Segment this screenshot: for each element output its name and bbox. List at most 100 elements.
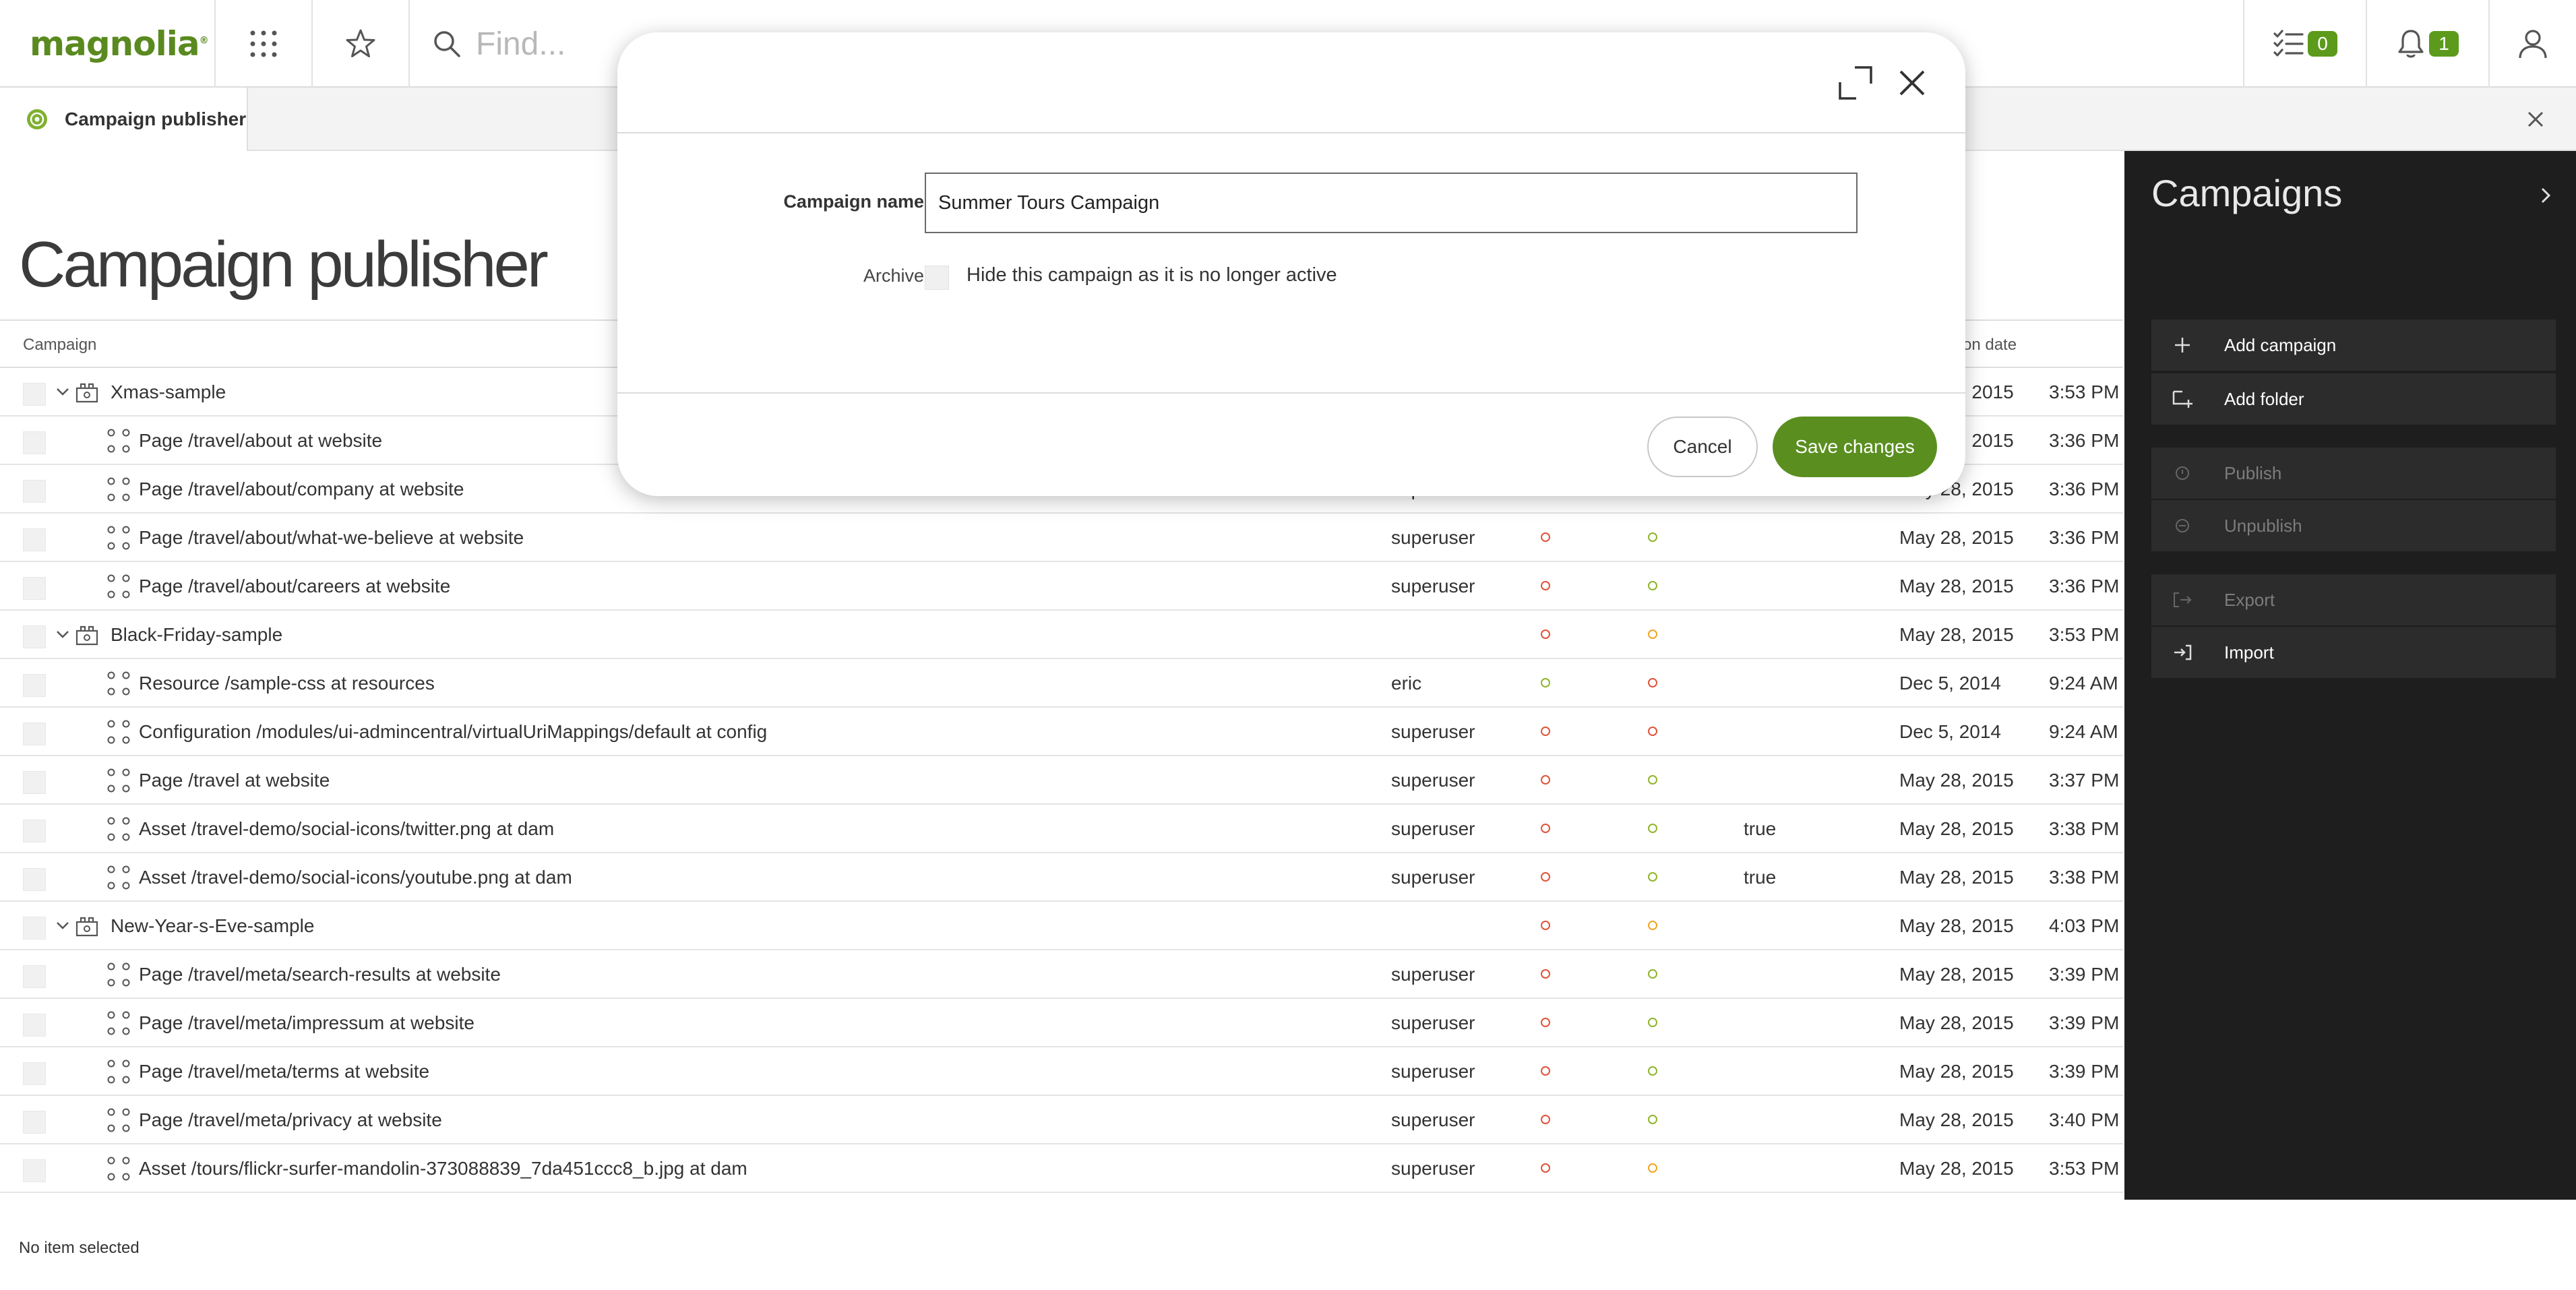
- row-checkbox[interactable]: [23, 528, 46, 551]
- row-checkbox[interactable]: [23, 723, 46, 745]
- row-name: Configuration /modules/ui-admincentral/v…: [139, 721, 768, 742]
- row-name: Black-Friday-sample: [111, 624, 283, 645]
- publish-icon: [2176, 466, 2189, 480]
- row-checkbox[interactable]: [23, 1014, 46, 1037]
- row-flag: true: [1744, 818, 1777, 839]
- row-checkbox[interactable]: [23, 1062, 46, 1085]
- unpublish-button[interactable]: Unpublish: [2151, 500, 2556, 551]
- add-folder-button[interactable]: Add folder: [2151, 373, 2556, 425]
- row-checkbox[interactable]: [23, 383, 46, 406]
- row-name: New-Year-s-Eve-sample: [111, 915, 315, 936]
- table-row[interactable]: Page /travel/meta/terms at website superu…: [0, 1047, 2123, 1096]
- add-folder-icon: [2172, 390, 2192, 408]
- table-row[interactable]: Resource /sample-css at resources eric Dec…: [0, 659, 2123, 708]
- expand-icon[interactable]: [1837, 65, 1874, 101]
- user-menu-button[interactable]: [2490, 0, 2576, 88]
- table-row-folder[interactable]: Black-Friday-sample May 28, 2015 3:53 PM: [0, 611, 2123, 659]
- row-time: 3:36 PM: [2049, 479, 2120, 499]
- status-dot-icon: [1648, 629, 1657, 639]
- content-node-icon: [107, 671, 130, 696]
- status-dot-icon: [1648, 921, 1657, 930]
- table-row[interactable]: Asset /tours/flickr-surfer-mandolin-3730…: [0, 1144, 2123, 1193]
- row-flag: true: [1744, 867, 1777, 888]
- user-icon: [2519, 30, 2547, 59]
- status-dot-icon: [1541, 532, 1550, 542]
- row-checkbox[interactable]: [23, 820, 46, 842]
- close-app-icon[interactable]: [2522, 106, 2549, 133]
- content-node-icon: [107, 720, 130, 744]
- import-icon: [2174, 644, 2192, 661]
- chevron-right-icon[interactable]: [2536, 182, 2556, 209]
- row-checkbox[interactable]: [23, 917, 46, 940]
- content-node-icon: [107, 526, 130, 550]
- tasks-button[interactable]: 0: [2244, 0, 2366, 88]
- row-checkbox[interactable]: [23, 771, 46, 794]
- row-checkbox[interactable]: [23, 625, 46, 648]
- tab-campaign-publisher[interactable]: Campaign publisher: [0, 88, 248, 151]
- row-name: Resource /sample-css at resources: [139, 673, 435, 694]
- export-icon: [2174, 592, 2192, 607]
- status-dot-icon: [1541, 872, 1550, 882]
- row-user: superuser: [1391, 1109, 1475, 1130]
- cancel-button[interactable]: Cancel: [1647, 417, 1758, 477]
- notifications-count-badge: 1: [2429, 31, 2459, 57]
- column-header-campaign[interactable]: Campaign: [23, 336, 96, 355]
- table-row[interactable]: Page /travel/about/careers at website sup…: [0, 562, 2123, 611]
- notifications-button[interactable]: 1: [2367, 0, 2488, 88]
- row-checkbox[interactable]: [23, 1159, 46, 1182]
- row-checkbox[interactable]: [23, 480, 46, 503]
- chevron-down-icon[interactable]: [54, 380, 71, 404]
- row-name: Page /travel/meta/impressum at website: [139, 1012, 474, 1033]
- publish-button[interactable]: Publish: [2151, 448, 2556, 499]
- row-name: Page /travel/about/careers at website: [139, 576, 451, 596]
- campaign-name-input[interactable]: [925, 173, 1858, 233]
- row-name: Page /travel at website: [139, 770, 330, 791]
- status-dot-icon: [1648, 532, 1657, 542]
- export-button[interactable]: Export: [2151, 574, 2556, 625]
- table-row[interactable]: Page /travel/meta/impressum at website su…: [0, 999, 2123, 1047]
- add-campaign-button[interactable]: Add campaign: [2151, 319, 2556, 371]
- row-name: Page /travel/meta/terms at website: [139, 1061, 430, 1082]
- row-user: superuser: [1391, 1012, 1475, 1033]
- chevron-down-icon[interactable]: [54, 623, 71, 647]
- row-checkbox[interactable]: [23, 1111, 46, 1134]
- archive-checkbox[interactable]: [925, 266, 949, 290]
- table-row[interactable]: Page /travel/meta/search-results at webs…: [0, 950, 2123, 999]
- row-checkbox[interactable]: [23, 577, 46, 600]
- row-time: 3:37 PM: [2049, 770, 2120, 791]
- app-launcher-button[interactable]: [216, 0, 311, 88]
- content-node-icon: [107, 1059, 130, 1084]
- table-row[interactable]: Asset /travel-demo/social-icons/youtube.…: [0, 853, 2123, 902]
- row-date: May 28, 2015: [1899, 1012, 2014, 1033]
- archive-label: Archive: [863, 266, 924, 286]
- close-icon[interactable]: [1895, 66, 1929, 100]
- chevron-down-icon[interactable]: [54, 914, 71, 938]
- archive-checkbox-caption[interactable]: Hide this campaign as it is no longer ac…: [967, 264, 1337, 286]
- column-header-date[interactable]: on date: [1963, 336, 2017, 355]
- magnolia-logo[interactable]: magnolia®: [30, 0, 209, 88]
- panel-title: Campaigns: [2151, 172, 2343, 214]
- row-checkbox[interactable]: [23, 965, 46, 988]
- search-icon: [434, 31, 460, 57]
- favorites-button[interactable]: [313, 0, 408, 88]
- table-row[interactable]: Page /travel/meta/privacy at website supe…: [0, 1096, 2123, 1144]
- row-name: Page /travel/about/what-we-believe at we…: [139, 527, 524, 548]
- divider: [408, 0, 410, 88]
- table-row[interactable]: Configuration /modules/ui-admincentral/v…: [0, 708, 2123, 756]
- row-checkbox[interactable]: [23, 431, 46, 454]
- import-button[interactable]: Import: [2151, 627, 2556, 678]
- table-row[interactable]: Asset /travel-demo/social-icons/twitter.…: [0, 805, 2123, 853]
- table-row[interactable]: Page /travel/about/what-we-believe at we…: [0, 514, 2123, 562]
- save-changes-button[interactable]: Save changes: [1773, 417, 1937, 477]
- status-dot-icon: [1541, 581, 1550, 590]
- table-row[interactable]: Page /travel at website superuser May 28, …: [0, 756, 2123, 805]
- tab-label: Campaign publisher: [65, 109, 247, 129]
- row-checkbox[interactable]: [23, 674, 46, 697]
- tasks-count-badge: 0: [2308, 31, 2337, 57]
- row-checkbox[interactable]: [23, 868, 46, 891]
- campaign-folder-icon: [75, 383, 98, 403]
- row-time: 3:53 PM: [2049, 624, 2120, 645]
- table-row-folder[interactable]: New-Year-s-Eve-sample May 28, 2015 4:03 PM: [0, 902, 2123, 950]
- status-dot-icon: [1648, 1066, 1657, 1076]
- action-panel: Campaigns Add campaign Add folder Publis…: [2124, 151, 2576, 1200]
